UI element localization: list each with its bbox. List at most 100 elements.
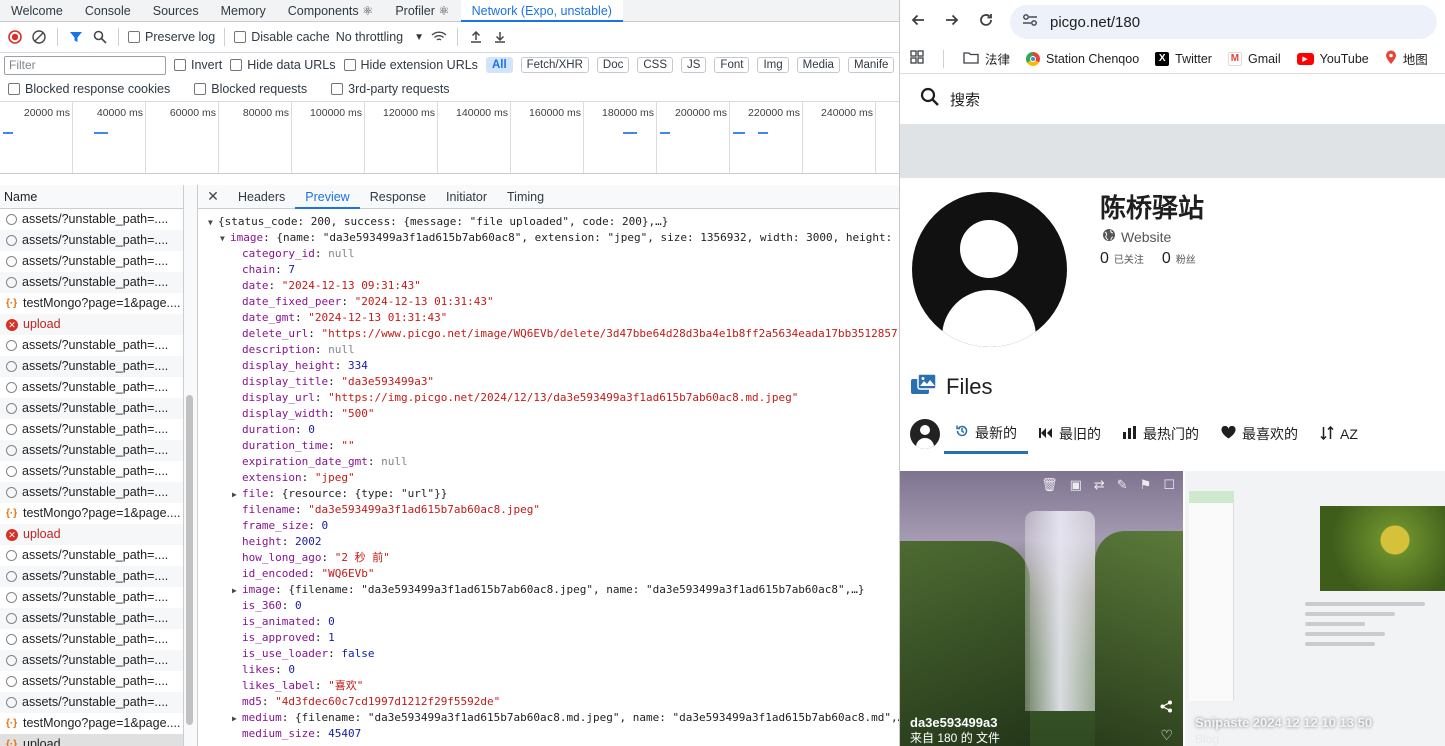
request-row[interactable]: {·} testMongo?page=1&page....: [0, 713, 183, 734]
filter-type-font[interactable]: Font: [714, 57, 750, 73]
third-party-checkbox[interactable]: 3rd-party requests: [331, 82, 450, 96]
request-row[interactable]: assets/?unstable_path=....: [0, 545, 183, 566]
request-row[interactable]: {·} testMongo?page=1&page....: [0, 503, 183, 524]
url-omnibox[interactable]: picgo.net/180: [1010, 5, 1437, 39]
checkbox-box[interactable]: [230, 59, 243, 71]
file-card[interactable]: 🗑 ▣ ⇄ ✎ ⚑ ☐ da3e593499a3 来自 180 的 文件 ♡: [900, 471, 1183, 746]
collapsed-triangle-icon[interactable]: ▶: [232, 487, 242, 503]
record-icon[interactable]: [6, 28, 24, 46]
card-title[interactable]: Snipaste 2024 12 12 10 13 50: [1195, 715, 1372, 730]
request-row[interactable]: assets/?unstable_path=....: [0, 335, 183, 356]
filter-input[interactable]: Filter: [4, 55, 166, 75]
request-row[interactable]: assets/?unstable_path=....: [0, 377, 183, 398]
request-row[interactable]: assets/?unstable_path=....: [0, 482, 183, 503]
bookmark-maps[interactable]: 地图: [1385, 49, 1428, 68]
filter-icon[interactable]: [67, 28, 85, 46]
json-property-line[interactable]: ▶ medium: {filename: "da3e593499a3f1ad615…: [198, 710, 899, 726]
card-subtitle[interactable]: 来自 180 的 文件: [910, 729, 1000, 746]
bookmark-station-chenqoo[interactable]: Station Chenqoo: [1026, 51, 1139, 66]
request-row[interactable]: assets/?unstable_path=....: [0, 671, 183, 692]
collapsed-triangle-icon[interactable]: ▶: [232, 583, 242, 599]
apps-grid-icon[interactable]: [910, 50, 924, 67]
collapsed-triangle-icon[interactable]: ▶: [232, 711, 242, 727]
tab-initiator[interactable]: Initiator: [436, 185, 497, 209]
checkbox-box[interactable]: [234, 31, 247, 43]
request-row[interactable]: assets/?unstable_path=....: [0, 398, 183, 419]
tab-memory[interactable]: Memory: [210, 0, 277, 22]
share-icon[interactable]: [1160, 700, 1173, 716]
json-property-line[interactable]: ▼ {status_code: 200, success: {message: "…: [198, 214, 899, 230]
filter-type-media[interactable]: Media: [796, 57, 840, 73]
request-row[interactable]: {·} testMongo?page=1&page....: [0, 293, 183, 314]
tab-timing[interactable]: Timing: [497, 185, 554, 209]
reload-icon[interactable]: [976, 12, 996, 33]
request-row[interactable]: assets/?unstable_path=....: [0, 629, 183, 650]
request-row[interactable]: assets/?unstable_path=....: [0, 587, 183, 608]
file-card[interactable]: Snipaste 2024 12 12 10 13 50 Blog: [1185, 471, 1445, 746]
request-row[interactable]: {·} upload: [0, 734, 183, 746]
request-list-scrollbar[interactable]: [186, 395, 193, 725]
bookmark-gmail[interactable]: M Gmail: [1227, 51, 1281, 66]
request-row[interactable]: assets/?unstable_path=....: [0, 608, 183, 629]
filter-type-img[interactable]: Img: [757, 57, 789, 73]
tab-preview[interactable]: Preview: [295, 185, 360, 209]
throttling-select[interactable]: No throttling ▼: [336, 30, 424, 44]
json-property-line[interactable]: ▶ image: {filename: "da3e593499a3f1ad615b…: [198, 582, 899, 598]
tab-profiler[interactable]: Profiler ⚛: [384, 0, 460, 22]
blocked-requests-checkbox[interactable]: Blocked requests: [194, 82, 307, 96]
request-row[interactable]: assets/?unstable_path=....: [0, 230, 183, 251]
like-heart-icon[interactable]: ♡: [1160, 727, 1173, 744]
filter-type-js[interactable]: JS: [681, 57, 707, 73]
preserve-log-checkbox[interactable]: Preserve log: [128, 30, 215, 44]
tab-response[interactable]: Response: [360, 185, 436, 209]
request-row[interactable]: assets/?unstable_path=....: [0, 692, 183, 713]
tab-headers[interactable]: Headers: [228, 185, 295, 209]
profile-website-link[interactable]: Website: [1102, 228, 1171, 245]
request-row[interactable]: assets/?unstable_path=....: [0, 356, 183, 377]
bookmark-twitter[interactable]: X Twitter: [1155, 51, 1212, 66]
tab-welcome[interactable]: Welcome: [0, 0, 74, 22]
bookmark-law[interactable]: 法律: [963, 49, 1010, 68]
following-stat[interactable]: 0 已关注: [1100, 250, 1144, 268]
json-property-line[interactable]: ▼ image: {name: "da3e593499a3f1ad615b7ab6…: [198, 230, 899, 246]
card-title[interactable]: da3e593499a3: [910, 715, 997, 730]
request-row[interactable]: assets/?unstable_path=....: [0, 209, 183, 230]
request-row[interactable]: assets/?unstable_path=....: [0, 251, 183, 272]
network-overview-timeline[interactable]: 20000 ms 40000 ms 60000 ms 80000 ms 100000 m…: [0, 102, 899, 174]
filter-type-css[interactable]: CSS: [637, 57, 673, 73]
expanded-triangle-icon[interactable]: ▼: [208, 215, 218, 231]
sort-newest[interactable]: 最新的: [944, 414, 1028, 454]
filter-type-doc[interactable]: Doc: [596, 57, 630, 73]
bookmark-youtube[interactable]: ▶ YouTube: [1296, 52, 1369, 66]
disable-cache-checkbox[interactable]: Disable cache: [234, 30, 330, 44]
sort-oldest[interactable]: 最旧的: [1028, 414, 1112, 454]
tab-network[interactable]: Network (Expo, unstable): [460, 0, 623, 22]
filter-type-all[interactable]: All: [485, 57, 513, 73]
request-row[interactable]: assets/?unstable_path=....: [0, 440, 183, 461]
sort-az[interactable]: AZ: [1309, 414, 1369, 454]
request-list-header[interactable]: Name: [0, 185, 183, 209]
request-row[interactable]: assets/?unstable_path=....: [0, 566, 183, 587]
invert-checkbox[interactable]: Invert: [174, 58, 222, 72]
clear-icon[interactable]: [30, 28, 48, 46]
close-detail-icon[interactable]: ✕: [198, 188, 228, 205]
flag-icon[interactable]: ⚑: [1140, 477, 1152, 493]
tab-sources[interactable]: Sources: [142, 0, 210, 22]
request-row[interactable]: assets/?unstable_path=....: [0, 272, 183, 293]
checkbox-box[interactable]: [194, 83, 207, 95]
search-icon[interactable]: [91, 28, 109, 46]
checkbox-box[interactable]: [343, 59, 356, 71]
request-row[interactable]: assets/?unstable_path=....: [0, 461, 183, 482]
tab-console[interactable]: Console: [74, 0, 142, 22]
image-icon[interactable]: ▣: [1070, 477, 1082, 493]
expanded-triangle-icon[interactable]: ▼: [220, 231, 230, 247]
card-subtitle[interactable]: Blog: [1195, 732, 1219, 746]
request-row[interactable]: assets/?unstable_path=....: [0, 419, 183, 440]
select-checkbox-icon[interactable]: ☐: [1163, 477, 1175, 493]
request-row[interactable]: ✕ upload: [0, 524, 183, 545]
network-conditions-icon[interactable]: [430, 28, 448, 46]
site-search[interactable]: 搜索: [900, 74, 1445, 124]
filter-type-fetch-xhr[interactable]: Fetch/XHR: [520, 57, 589, 73]
user-avatar-small[interactable]: [910, 419, 940, 449]
followers-stat[interactable]: 0 粉丝: [1162, 250, 1196, 268]
